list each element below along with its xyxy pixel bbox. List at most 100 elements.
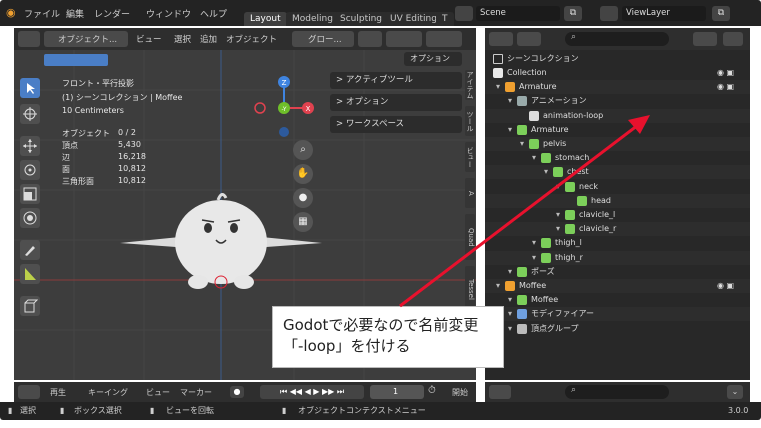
outliner-search-input[interactable] <box>565 32 669 46</box>
expand-arrow-icon[interactable]: ▾ <box>508 307 512 321</box>
menu-help[interactable]: ヘルプ <box>200 7 227 20</box>
snap-button[interactable] <box>386 31 422 47</box>
panel-options[interactable]: > オプション <box>330 94 462 111</box>
outliner-row[interactable]: head <box>485 193 750 208</box>
editor-type-button[interactable] <box>18 385 40 399</box>
navigation-gizmo[interactable]: Z X -Y <box>252 76 316 140</box>
outliner-row[interactable]: Collection ◉ ▣ <box>485 66 750 80</box>
expand-arrow-icon[interactable]: ▾ <box>532 151 536 165</box>
menu-edit[interactable]: 編集 <box>66 7 84 20</box>
expand-arrow-icon[interactable]: ▾ <box>556 180 560 194</box>
expand-arrow-icon[interactable]: ▾ <box>508 265 512 279</box>
display-mode-button[interactable] <box>517 32 541 46</box>
select-mode-buttons[interactable] <box>44 54 108 66</box>
menu-playback[interactable]: 再生 <box>50 387 66 398</box>
outliner-row[interactable]: ▾ clavicle_r <box>485 222 750 237</box>
tab-a[interactable]: A <box>465 178 475 208</box>
chevron-down-icon[interactable]: ⌄ <box>727 385 743 399</box>
viewport-options-button[interactable]: オプション <box>404 52 462 66</box>
tab-uv-editing[interactable]: UV Editing <box>384 12 443 26</box>
stopwatch-icon[interactable]: ⏱ <box>428 385 436 396</box>
blender-logo-icon[interactable]: ◉ <box>6 6 16 19</box>
pivot-button[interactable] <box>358 31 382 47</box>
outliner-row[interactable]: ▾ ポーズ <box>485 265 750 279</box>
outliner-row[interactable]: ▾ neck <box>485 180 750 194</box>
outliner-row[interactable]: ▾ stomach <box>485 151 750 165</box>
outliner-row[interactable]: ▾ thigh_r <box>485 250 750 265</box>
outliner-row[interactable]: ▾ 頂点グループ <box>485 322 750 336</box>
outliner-row[interactable]: ▾ Moffee ◉ ▣ <box>485 279 750 293</box>
expand-arrow-icon[interactable]: ▾ <box>556 222 560 236</box>
tab-layout[interactable]: Layout <box>244 12 287 26</box>
zoom-icon[interactable]: ⌕ <box>293 140 313 160</box>
outliner-row[interactable]: ▾ clavicle_l <box>485 208 750 222</box>
expand-arrow-icon[interactable]: ▾ <box>544 165 548 179</box>
scene-field[interactable]: Scene <box>476 6 560 21</box>
menu-object[interactable]: オブジェクト <box>226 33 277 45</box>
outliner-row[interactable]: animation-loop <box>485 108 750 123</box>
menu-marker[interactable]: マーカー <box>180 387 212 398</box>
tab-item[interactable]: アイテム <box>465 70 475 100</box>
panel-active-tool[interactable]: > アクティブツール <box>330 72 462 89</box>
outliner-row[interactable]: ▾ アニメーション <box>485 94 750 108</box>
outliner-row[interactable]: ▾ Armature <box>485 123 750 137</box>
playback-controls[interactable]: ⏮ ◀◀ ◀ ▶ ▶▶ ⏭ <box>260 385 364 399</box>
tab-sculpting[interactable]: Sculpting <box>334 12 389 26</box>
expand-arrow-icon[interactable]: ▾ <box>508 123 512 137</box>
filter-icon[interactable] <box>693 32 717 46</box>
expand-arrow-icon[interactable]: ▾ <box>532 251 536 265</box>
outliner-row[interactable]: ▾ chest <box>485 165 750 180</box>
scene-icon[interactable] <box>455 6 473 21</box>
menu-render[interactable]: レンダー <box>94 7 130 20</box>
add-cube-tool[interactable] <box>20 296 40 316</box>
outliner-row[interactable]: ▾ pelvis <box>485 137 750 151</box>
menu-view[interactable]: ビュー <box>136 33 162 45</box>
annotate-tool[interactable] <box>20 240 40 260</box>
tab-quad[interactable]: Quad <box>465 214 475 260</box>
visibility-icon[interactable]: ◉ ▣ <box>717 80 734 94</box>
menu-keying[interactable]: キーイング <box>88 387 128 398</box>
editor-type-button[interactable] <box>489 385 511 399</box>
outliner-row[interactable]: ▾ thigh_l <box>485 236 750 250</box>
cursor-tool[interactable] <box>20 104 40 124</box>
editor-type-button[interactable] <box>489 32 513 46</box>
moffee-character[interactable] <box>110 178 330 298</box>
menu-view[interactable]: ビュー <box>146 387 170 398</box>
tab-view[interactable]: ビュー <box>465 142 475 172</box>
expand-arrow-icon[interactable]: ▾ <box>508 293 512 307</box>
measure-tool[interactable] <box>20 264 40 284</box>
view-layer-icon[interactable] <box>600 6 618 21</box>
record-button[interactable]: ● <box>230 386 244 398</box>
menu-add[interactable]: 追加 <box>200 33 217 45</box>
outliner-row[interactable]: ▾ モディファイアー <box>485 307 750 322</box>
proportional-button[interactable] <box>426 31 462 47</box>
tab-more[interactable]: T <box>436 12 454 26</box>
visibility-icon[interactable]: ◉ ▣ <box>717 66 734 80</box>
outliner-row[interactable]: ▾ Moffee <box>485 293 750 307</box>
tab-tool[interactable]: ツール <box>465 106 475 136</box>
scale-tool[interactable] <box>20 184 40 204</box>
menu-window[interactable]: ウィンドウ <box>146 7 191 20</box>
view-layer-field[interactable]: ViewLayer <box>622 6 706 21</box>
rotate-tool[interactable] <box>20 160 40 180</box>
menu-select[interactable]: 選択 <box>174 33 191 45</box>
new-collection-icon[interactable] <box>723 32 743 46</box>
menu-file[interactable]: ファイル <box>24 7 60 20</box>
new-scene-icon[interactable]: ⧉ <box>564 6 582 21</box>
transform-tool[interactable] <box>20 208 40 228</box>
visibility-icon[interactable]: ◉ ▣ <box>717 279 734 293</box>
move-tool[interactable] <box>20 136 40 156</box>
editor-type-button[interactable] <box>18 31 40 47</box>
expand-arrow-icon[interactable]: ▾ <box>496 279 500 293</box>
properties-search-input[interactable] <box>565 385 669 399</box>
outliner-scene-collection[interactable]: シーンコレクション <box>485 52 750 66</box>
expand-arrow-icon[interactable]: ▾ <box>520 137 524 151</box>
select-box-tool[interactable] <box>20 78 40 98</box>
expand-arrow-icon[interactable]: ▾ <box>496 80 500 94</box>
expand-arrow-icon[interactable]: ▾ <box>508 94 512 108</box>
tab-modeling[interactable]: Modeling <box>286 12 339 26</box>
outliner-row[interactable]: ▾ Armature ◉ ▣ <box>485 80 750 95</box>
expand-arrow-icon[interactable]: ▾ <box>556 208 560 222</box>
new-view-layer-icon[interactable]: ⧉ <box>712 6 730 21</box>
expand-arrow-icon[interactable]: ▾ <box>532 236 536 250</box>
